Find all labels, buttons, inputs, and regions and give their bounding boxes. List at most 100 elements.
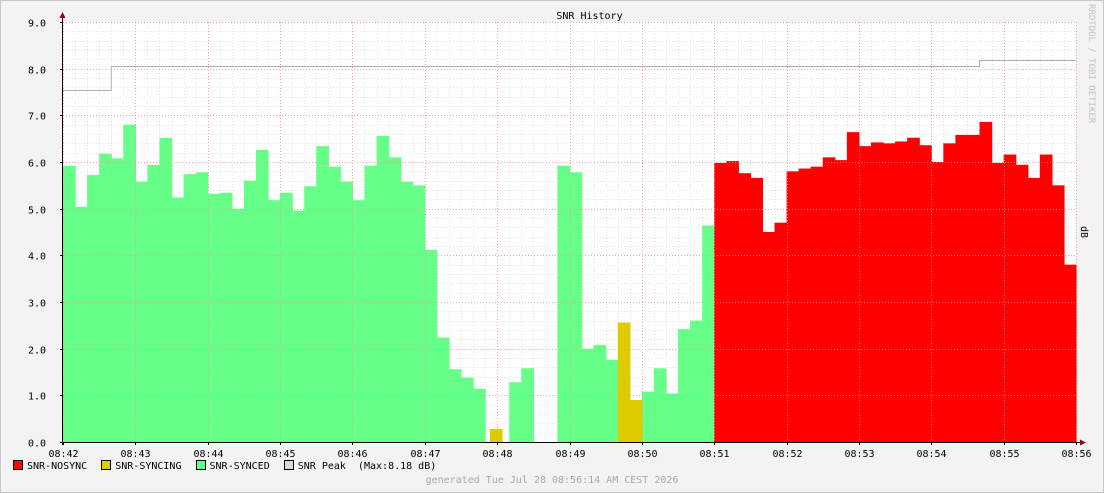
bar-snr-synced (400, 181, 414, 442)
x-tick-label: 08:44 (193, 449, 223, 460)
bar-snr-synced (569, 172, 583, 442)
bar-snr-synced (243, 180, 257, 442)
y-tick-label: 5.0 (28, 206, 46, 217)
bar-snr-synced (195, 172, 209, 442)
bar-snr-syncing (489, 428, 503, 442)
generated-timestamp: generated Tue Jul 28 08:56:14 AM CEST 20… (425, 475, 679, 486)
bar-snr-synced (171, 197, 185, 442)
bar-snr-synced (87, 175, 100, 443)
bar-snr-synced (557, 165, 571, 442)
x-tick-label: 08:51 (699, 449, 729, 460)
bar-snr-synced (207, 193, 221, 442)
bar-snr-synced (509, 382, 522, 442)
x-tick-label: 08:56 (1061, 449, 1091, 460)
bar-snr-nosync (1003, 154, 1017, 443)
bar-snr-synced (521, 368, 534, 442)
bar-snr-synced (111, 158, 124, 442)
bar-snr-synced (460, 377, 474, 442)
legend-label-syncing: SNR-SYNCING (115, 461, 182, 472)
bar-snr-synced (219, 192, 233, 442)
x-tick-label: 08:50 (627, 449, 657, 460)
bar-snr-nosync (1027, 177, 1041, 442)
legend-item-nosync: SNR-NOSYNC (13, 460, 87, 472)
bar-snr-synced (135, 181, 149, 442)
legend-item-syncing: SNR-SYNCING (101, 460, 181, 472)
bar-snr-synced (364, 165, 378, 442)
bar-snr-nosync (943, 143, 957, 443)
legend-item-peak: SNR Peak (Max:8.18 dB) (283, 460, 437, 472)
bar-snr-nosync (919, 145, 932, 442)
bar-snr-synced (183, 174, 197, 442)
bar-snr-synced (376, 135, 390, 442)
bar-snr-nosync (1063, 264, 1077, 442)
legend-label-nosync: SNR-NOSYNC (27, 461, 88, 472)
bar-snr-synced (268, 200, 281, 442)
bar-snr-synced (63, 165, 76, 442)
bar-snr-nosync (834, 160, 848, 442)
legend-label-synced: SNR-SYNCED (209, 461, 270, 472)
y-tick-label: 8.0 (28, 66, 46, 77)
bar-snr-synced (653, 368, 667, 442)
legend-swatch-synced (195, 460, 206, 470)
bar-snr-synced (702, 225, 715, 442)
bar-snr-synced (280, 192, 293, 442)
x-tick-label: 08:46 (337, 449, 367, 460)
bar-snr-synced (665, 393, 679, 442)
legend-item-synced: SNR-SYNCED (195, 460, 270, 472)
bar-snr-nosync (883, 143, 896, 443)
bar-snr-syncing (629, 400, 643, 442)
x-tick-label: 08:47 (410, 449, 440, 460)
bar-snr-nosync (726, 161, 739, 443)
bar-snr-nosync (1039, 154, 1053, 443)
bar-snr-synced (412, 185, 426, 443)
legend-label-peak: SNR Peak (Max:8.18 dB) (297, 461, 437, 472)
x-axis-arrow (1080, 439, 1086, 446)
bar-snr-nosync (762, 232, 776, 442)
x-tick-label: 08:53 (844, 449, 874, 460)
legend-swatch-nosync (13, 460, 23, 470)
x-tick-label: 08:43 (120, 449, 150, 460)
y-tick-label: 1.0 (28, 392, 46, 403)
bar-snr-synced (473, 388, 486, 442)
y-tick-label: 2.0 (28, 346, 46, 357)
chart-svg: 0.0 1.0 2.0 3.0 4.0 5.0 6.0 7.0 8.0 9.0 08:42 08:43… (0, 0, 1104, 493)
y-tick-label: 3.0 (28, 299, 46, 310)
bar-snr-nosync (979, 121, 993, 442)
legend-swatch-peak (283, 460, 294, 470)
y-axis-unit: dB (1078, 226, 1089, 238)
x-tick-label: 08:55 (989, 449, 1019, 460)
bar-snr-nosync (895, 141, 908, 442)
y-tick-label: 0.0 (28, 439, 46, 450)
x-tick-label: 08:52 (772, 449, 802, 460)
bar-snr-syncing (617, 322, 631, 442)
bar-snr-nosync (846, 132, 860, 442)
bar-snr-synced (159, 137, 173, 442)
bar-snr-nosync (738, 173, 751, 442)
bar-snr-nosync (1015, 164, 1029, 443)
bar-snr-synced (690, 320, 703, 442)
bar-snr-synced (99, 153, 112, 442)
bar-snr-synced (605, 359, 619, 442)
bar-snr-nosync (907, 137, 920, 442)
bar-snr-synced (304, 186, 317, 442)
bar-snr-synced (678, 329, 691, 442)
bar-snr-synced (292, 210, 305, 442)
chart-title: SNR History (556, 11, 622, 22)
bar-snr-nosync (822, 157, 836, 443)
x-tick-label: 08:49 (555, 449, 585, 460)
bar-snr-synced (448, 369, 462, 442)
bar-snr-synced (436, 337, 450, 442)
bar-snr-synced (147, 164, 161, 443)
x-tick-label: 08:42 (48, 449, 78, 460)
bar-snr-synced (424, 249, 438, 442)
x-tick-label: 08:54 (916, 449, 946, 460)
bar-snr-nosync (810, 166, 824, 442)
bar-snr-synced (316, 146, 329, 442)
bar-snr-nosync (786, 171, 800, 443)
bar-snr-nosync (750, 177, 764, 442)
x-tick-label: 08:48 (482, 449, 512, 460)
y-tick-label: 6.0 (28, 159, 46, 170)
bar-snr-synced (641, 391, 655, 442)
bar-snr-synced (75, 206, 88, 442)
y-tick-label: 4.0 (28, 252, 46, 263)
